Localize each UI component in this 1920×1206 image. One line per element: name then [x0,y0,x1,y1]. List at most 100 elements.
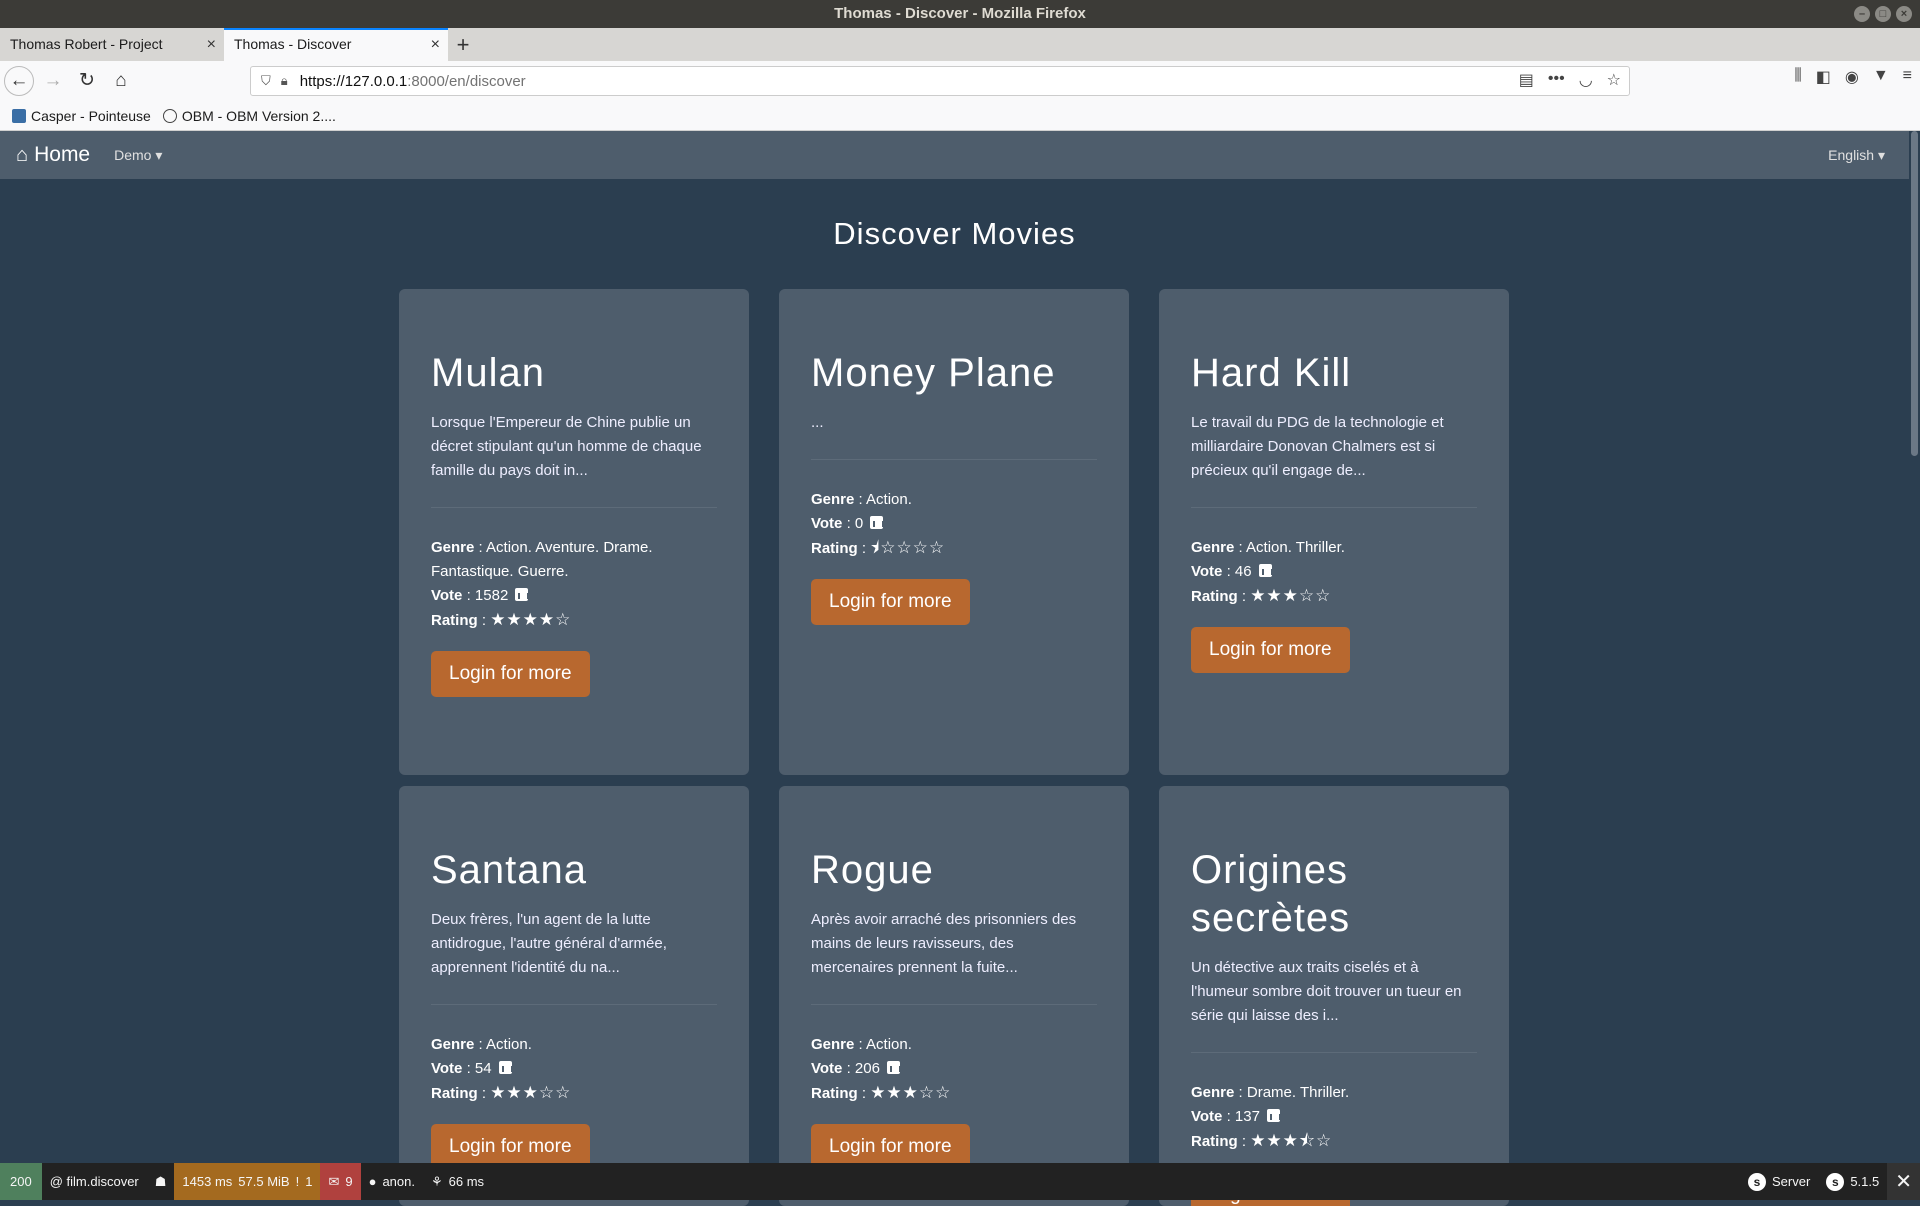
scrollbar-thumb[interactable] [1911,131,1918,456]
tab-title: Thomas - Discover [234,36,352,52]
forward-icon[interactable]: → [38,66,68,96]
route-name[interactable]: @ film.discover [42,1163,147,1200]
maximize-icon[interactable]: □ [1875,6,1891,22]
movie-genre: Genre : Action. [811,1036,912,1053]
page-actions-icon[interactable]: ••• [1548,70,1565,90]
home-link[interactable]: ⌂ Home [16,143,90,167]
translation-icon: ✉ [328,1173,340,1189]
url-text[interactable]: https://127.0.0.1:8000/en/discover [300,73,526,90]
calendar-icon [12,108,26,123]
demo-dropdown[interactable]: Demo ▾ [114,147,162,164]
movie-genre: Genre : Action. Aventure. Drame. Fantast… [431,539,653,580]
movie-vote: Vote : 46 [1191,560,1477,584]
bar-chart-icon [1258,564,1273,577]
bookmark-obm[interactable]: OBM - OBM Version 2.... [162,108,336,124]
back-icon[interactable]: ← [4,66,34,96]
movie-description: Lorsque l'Empereur de Chine publie un dé… [431,414,702,479]
symfony-server-icon: s [1748,1172,1767,1191]
shield-icon[interactable]: ⛉ [261,73,271,89]
rating-stars-icon: ⯨☆☆☆☆ [870,538,946,557]
movie-rating: Rating : ★★★★☆ [431,610,572,629]
rating-stars-icon: ★★★☆☆ [1250,586,1332,605]
server-panel[interactable]: s Server [1740,1163,1818,1200]
page-title: Discover Movies [833,216,1076,251]
warning-icon: ! [295,1174,300,1189]
login-for-more-button[interactable]: Login for more [811,579,970,625]
new-tab-icon[interactable]: + [448,28,478,61]
reader-view-icon[interactable]: ▤ [1519,70,1534,90]
movie-card: Money Plane ... Genre : Action. Vote : 0… [779,289,1129,775]
lock-warning-icon[interactable]: 🔒︎ [281,73,288,89]
site-navbar: ⌂ Home Demo ▾ English ▾ [0,131,1909,179]
language-dropdown[interactable]: English ▾ [1828,147,1885,164]
status-code-badge[interactable]: 200 [0,1163,42,1200]
window-titlebar: Thomas - Discover - Mozilla Firefox – □ … [0,0,1920,28]
bar-chart-icon [870,516,885,529]
movie-genre: Genre : Action. [431,1036,532,1053]
rating-stars-icon: ★★★★☆ [490,610,572,629]
movie-rating: Rating : ★★★⯪☆ [1191,1131,1333,1150]
movie-card: Hard Kill Le travail du PDG de la techno… [1159,289,1509,775]
user-icon: ● [368,1174,377,1189]
minimize-icon[interactable]: – [1854,6,1870,22]
symfony-logo-icon: s [1826,1172,1845,1191]
movie-card: Mulan Lorsque l'Empereur de Chine publie… [399,289,749,775]
movie-vote: Vote : 1582 [431,584,717,608]
movie-genre: Genre : Action. [811,491,912,508]
twig-icon: ⚘ [431,1173,443,1189]
movie-description: Un détective aux traits ciselés et à l'h… [1191,959,1462,1024]
window-title: Thomas - Discover - Mozilla Firefox [834,5,1086,22]
tab-discover[interactable]: Thomas - Discover × [224,28,448,61]
user-panel[interactable]: ● anon. [361,1163,423,1200]
extension-icon[interactable]: ▼ [1873,67,1889,87]
movie-description: ... [811,414,824,431]
close-debugbar-icon[interactable]: ✕ [1887,1163,1920,1200]
sidebar-icon[interactable]: ◧ [1816,67,1831,87]
robot-icon[interactable]: ☗ [147,1163,175,1200]
rating-stars-icon: ★★★⯪☆ [1250,1131,1333,1150]
movie-title: Money Plane [811,351,1056,395]
library-icon[interactable]: ⫼ [1794,67,1801,87]
close-tab-icon[interactable]: × [431,30,440,59]
movie-rating: Rating : ★★★☆☆ [811,1083,952,1102]
bookmark-casper[interactable]: Casper - Pointeuse [12,108,151,124]
navigation-toolbar: ← → ↻ ⌂ ⛉ 🔒︎ https://127.0.0.1:8000/en/d… [0,61,1920,101]
twig-panel[interactable]: ⚘ 66 ms [423,1163,492,1200]
account-icon[interactable]: ◉ [1845,67,1859,87]
movie-vote: Vote : 54 [431,1057,717,1081]
bar-chart-icon [515,588,530,601]
movie-genre: Genre : Drame. Thriller. [1191,1084,1350,1101]
divider [811,459,1097,460]
page-scrollbar[interactable] [1909,131,1920,1163]
menu-icon[interactable]: ≡ [1903,67,1912,87]
tab-project[interactable]: Thomas Robert - Project × [0,28,224,61]
divider [431,1004,717,1005]
home-icon[interactable]: ⌂ [106,66,136,96]
movie-rating: Rating : ★★★☆☆ [431,1083,572,1102]
login-for-more-button[interactable]: Login for more [431,651,590,697]
close-tab-icon[interactable]: × [207,28,216,61]
divider [1191,1052,1477,1053]
movie-title: Mulan [431,351,545,395]
pocket-icon[interactable]: ◡ [1579,70,1593,90]
bar-chart-icon [1267,1109,1282,1122]
movie-vote: Vote : 0 [811,512,1097,536]
performance-panel[interactable]: 1453 ms 57.5 MiB ! 1 [174,1163,321,1200]
bookmarks-bar: Casper - Pointeuse OBM - OBM Version 2..… [0,101,1920,131]
reload-icon[interactable]: ↻ [72,66,102,96]
translation-errors-panel[interactable]: ✉ 9 [320,1163,361,1200]
movie-card: Santana Deux frères, l'un agent de la lu… [399,786,749,1206]
login-for-more-button[interactable]: Login for more [1191,627,1350,673]
movie-genre: Genre : Action. Thriller. [1191,539,1345,556]
tab-title: Thomas Robert - Project [10,36,163,52]
rating-stars-icon: ★★★☆☆ [490,1083,572,1102]
bar-chart-icon [887,1061,902,1074]
movie-title: Rogue [811,848,934,892]
url-bar[interactable]: ⛉ 🔒︎ https://127.0.0.1:8000/en/discover … [250,66,1630,96]
symfony-version-panel[interactable]: s 5.1.5 [1818,1163,1887,1200]
tab-bar: Thomas Robert - Project × Thomas - Disco… [0,28,1920,61]
bookmark-star-icon[interactable]: ☆ [1607,70,1621,90]
close-window-icon[interactable]: × [1896,6,1912,22]
movie-rating: Rating : ★★★☆☆ [1191,586,1332,605]
globe-icon [162,108,177,123]
